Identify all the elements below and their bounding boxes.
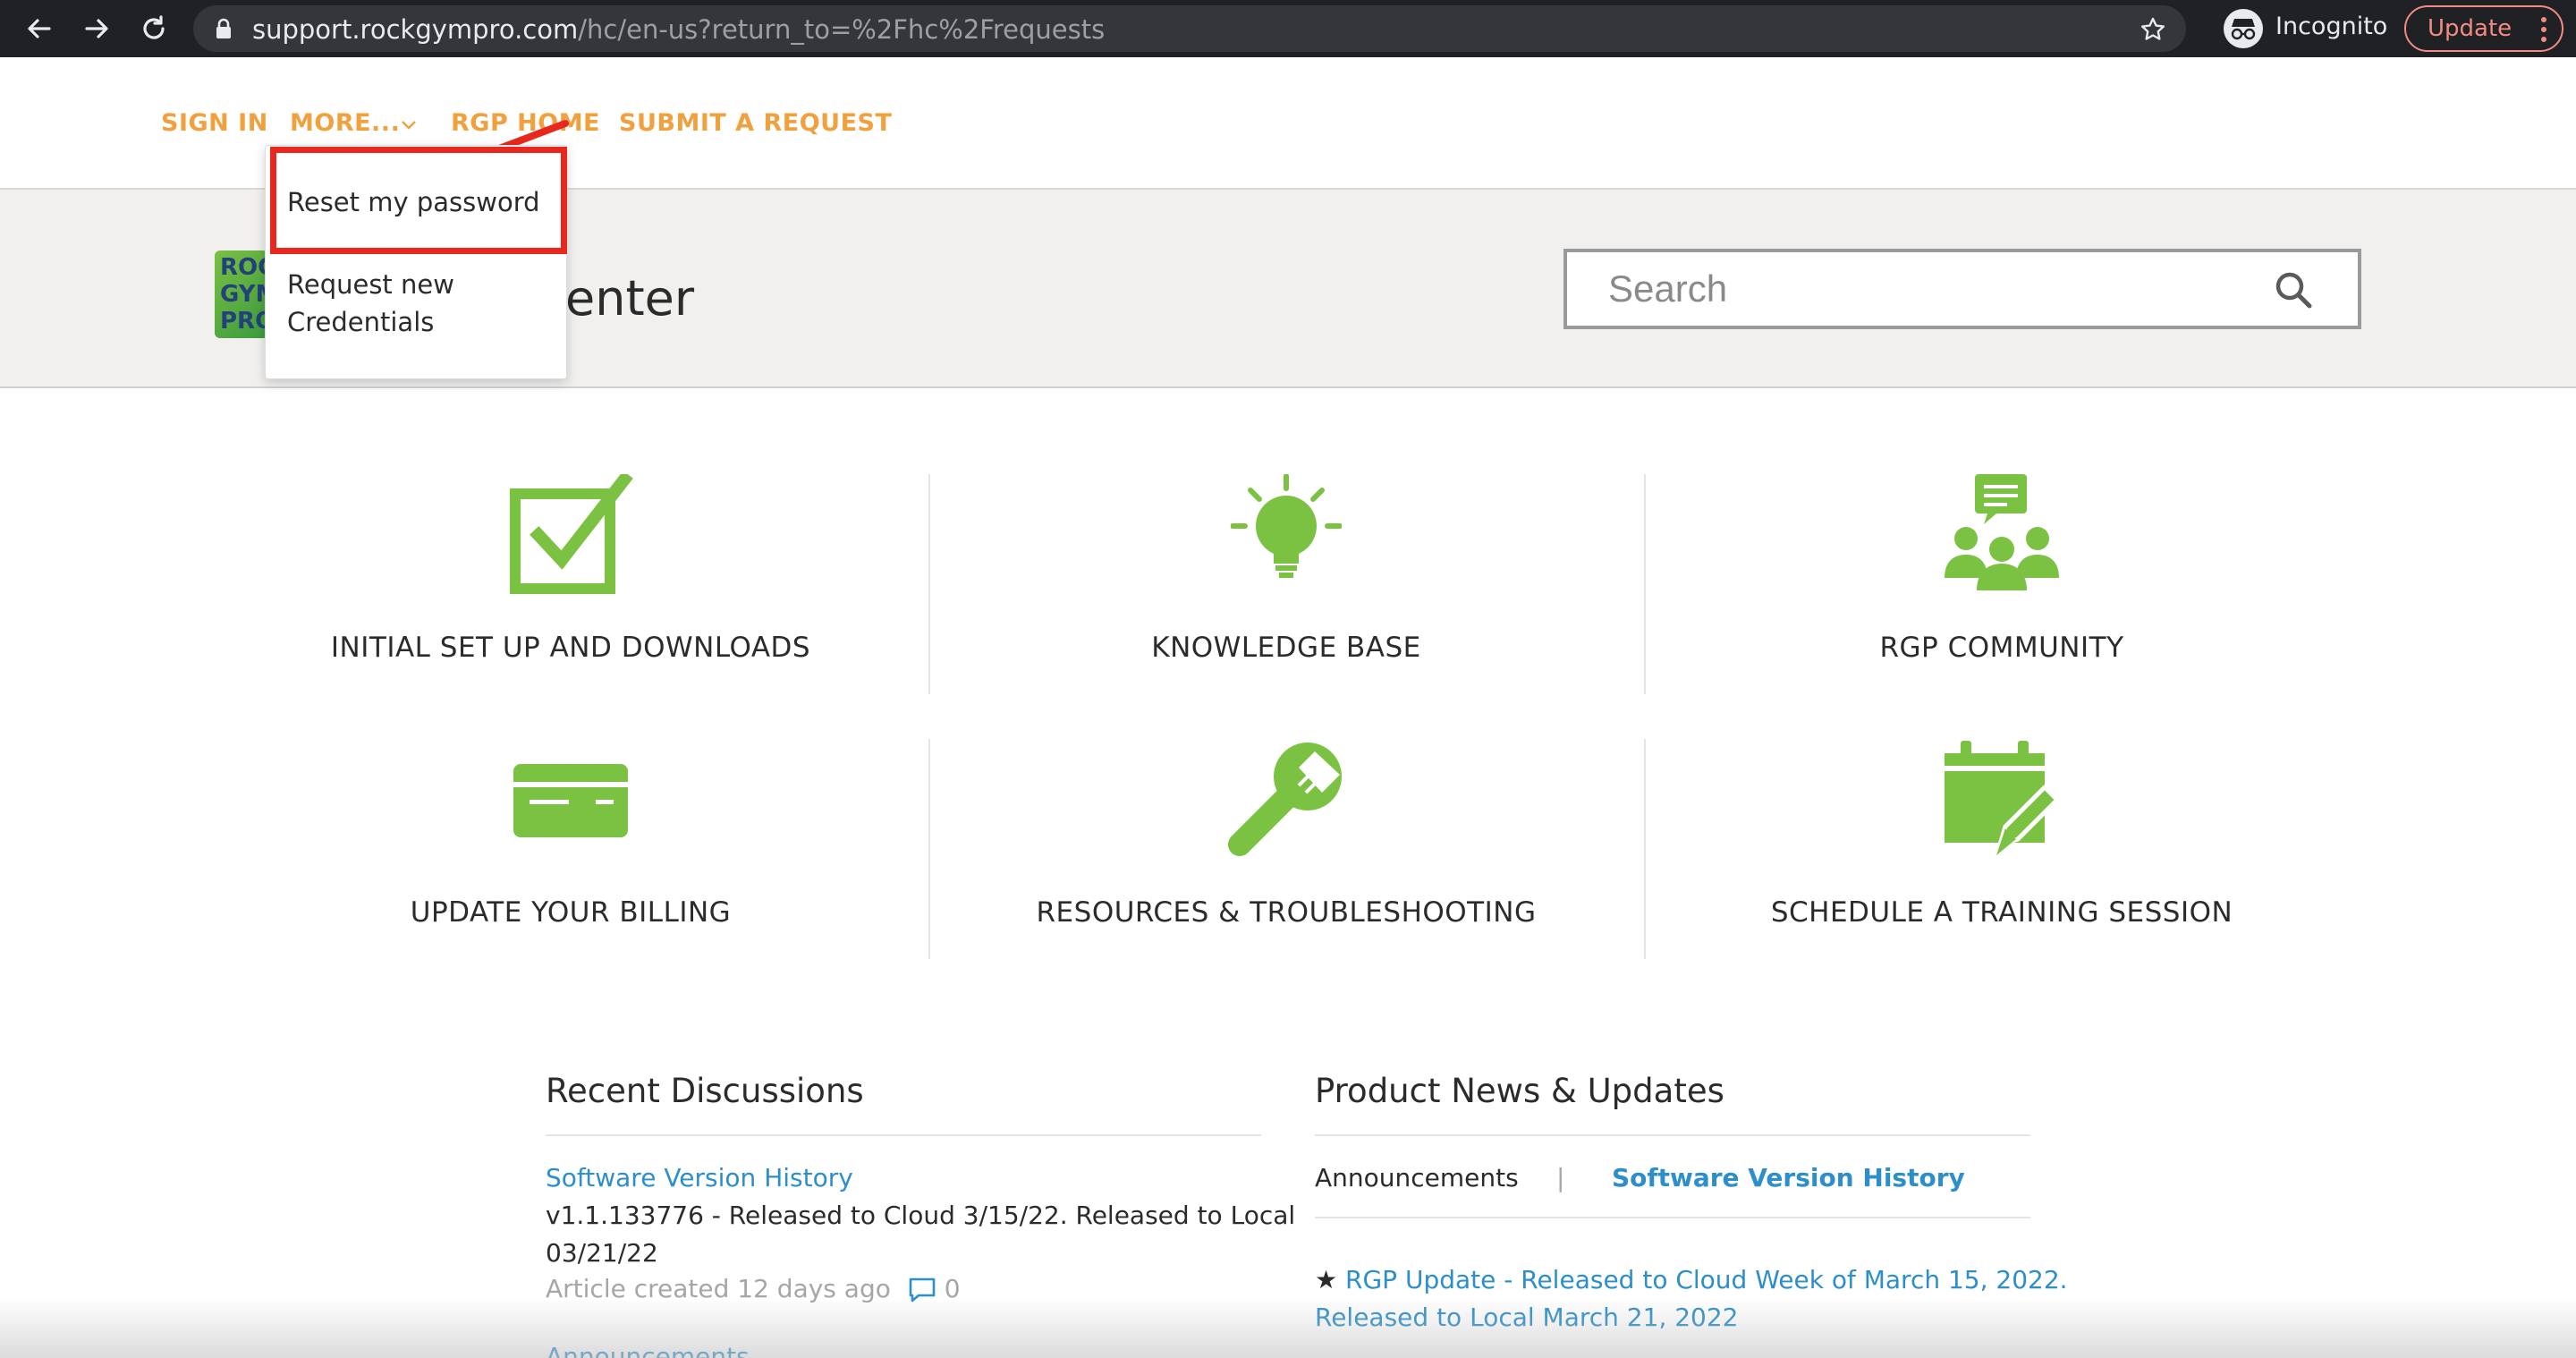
- reload-button[interactable]: [132, 7, 175, 50]
- credit-card-icon: [513, 764, 628, 837]
- category-resources-troubleshooting[interactable]: RESOURCES & TROUBLESHOOTING: [930, 739, 1642, 963]
- announcements-link[interactable]: Announcements: [546, 1338, 750, 1358]
- community-icon: [1945, 474, 2059, 590]
- recent-item-meta: Article created 12 days ago 0: [546, 1274, 961, 1303]
- category-label: RGP COMMUNITY: [1879, 632, 2124, 664]
- category-rgp-community[interactable]: RGP COMMUNITY: [1646, 474, 2358, 698]
- search-box: [1563, 249, 2361, 329]
- browser-toolbar: support.rockgympro.com/hc/en-us?return_t…: [0, 0, 2576, 57]
- submit-request-link[interactable]: SUBMIT A REQUEST: [619, 109, 892, 137]
- lock-icon: [216, 18, 231, 38]
- news-item[interactable]: ★ RGP Update - Released to Cloud Week of…: [1315, 1261, 2068, 1299]
- divider: [1315, 1217, 2030, 1218]
- tab-software-version-history[interactable]: Software Version History: [1612, 1159, 1965, 1197]
- recent-item-excerpt: v1.1.133776 - Released to Cloud 3/15/22.…: [546, 1201, 1296, 1230]
- incognito-icon[interactable]: [2224, 9, 2263, 48]
- category-label: UPDATE YOUR BILLING: [410, 896, 732, 929]
- recent-item-link[interactable]: Software Version History: [546, 1159, 853, 1197]
- category-label: INITIAL SET UP AND DOWNLOADS: [330, 632, 811, 664]
- comment-count: 0: [944, 1274, 961, 1303]
- request-credentials-item[interactable]: Request new Credentials: [287, 266, 454, 341]
- divider: [1315, 1134, 2030, 1136]
- news-item-title-cont[interactable]: Released to Local March 21, 2022: [1315, 1299, 1739, 1337]
- news-item-title: RGP Update - Released to Cloud Week of M…: [1345, 1265, 2068, 1294]
- category-knowledge-base[interactable]: KNOWLEDGE BASE: [930, 474, 1642, 698]
- star-icon: ★: [1315, 1265, 1338, 1294]
- forward-arrow-icon: [85, 19, 108, 38]
- search-icon[interactable]: [2274, 270, 2313, 310]
- address-bar[interactable]: support.rockgympro.com/hc/en-us?return_t…: [193, 5, 2186, 52]
- tab-announcements[interactable]: Announcements: [1315, 1159, 1519, 1197]
- kebab-menu-icon: [2541, 17, 2546, 42]
- bottom-fade: [0, 1297, 2576, 1358]
- calendar-edit-icon: [1945, 741, 2060, 855]
- tab-separator: |: [1556, 1163, 1565, 1192]
- product-news-title: Product News & Updates: [1315, 1072, 1724, 1110]
- back-arrow-icon: [28, 19, 51, 38]
- page-title: enter: [565, 270, 695, 327]
- category-label: RESOURCES & TROUBLESHOOTING: [1036, 896, 1537, 929]
- category-label: SCHEDULE A TRAINING SESSION: [1770, 896, 2233, 929]
- reload-icon: [143, 15, 165, 39]
- rgp-logo[interactable]: ROC GYM PRO: [215, 250, 268, 338]
- update-label: Update: [2428, 15, 2512, 42]
- incognito-label: Incognito: [2275, 13, 2388, 40]
- annotation-highlight-box: [270, 147, 567, 254]
- sign-in-link[interactable]: SIGN IN: [161, 109, 268, 137]
- category-label: KNOWLEDGE BASE: [1151, 632, 1421, 664]
- forward-button[interactable]: [75, 7, 118, 50]
- category-schedule-training[interactable]: SCHEDULE A TRAINING SESSION: [1646, 739, 2358, 963]
- url-text: support.rockgympro.com/hc/en-us?return_t…: [252, 14, 1106, 45]
- back-button[interactable]: [18, 7, 61, 50]
- more-menu-link[interactable]: MORE...: [290, 109, 400, 137]
- comment-icon: [909, 1277, 936, 1303]
- lightbulb-icon: [1231, 474, 1342, 578]
- search-input[interactable]: [1567, 252, 2265, 326]
- recent-discussions-title: Recent Discussions: [546, 1072, 864, 1110]
- checkbox-icon: [510, 474, 633, 594]
- divider: [546, 1134, 1261, 1136]
- wrench-icon: [1228, 743, 1342, 856]
- update-button[interactable]: Update: [2404, 5, 2563, 52]
- bookmark-star-icon[interactable]: [2140, 16, 2166, 43]
- category-initial-setup[interactable]: INITIAL SET UP AND DOWNLOADS: [215, 474, 927, 698]
- recent-item-excerpt-cont: 03/21/22: [546, 1238, 658, 1268]
- category-update-billing[interactable]: UPDATE YOUR BILLING: [215, 739, 927, 963]
